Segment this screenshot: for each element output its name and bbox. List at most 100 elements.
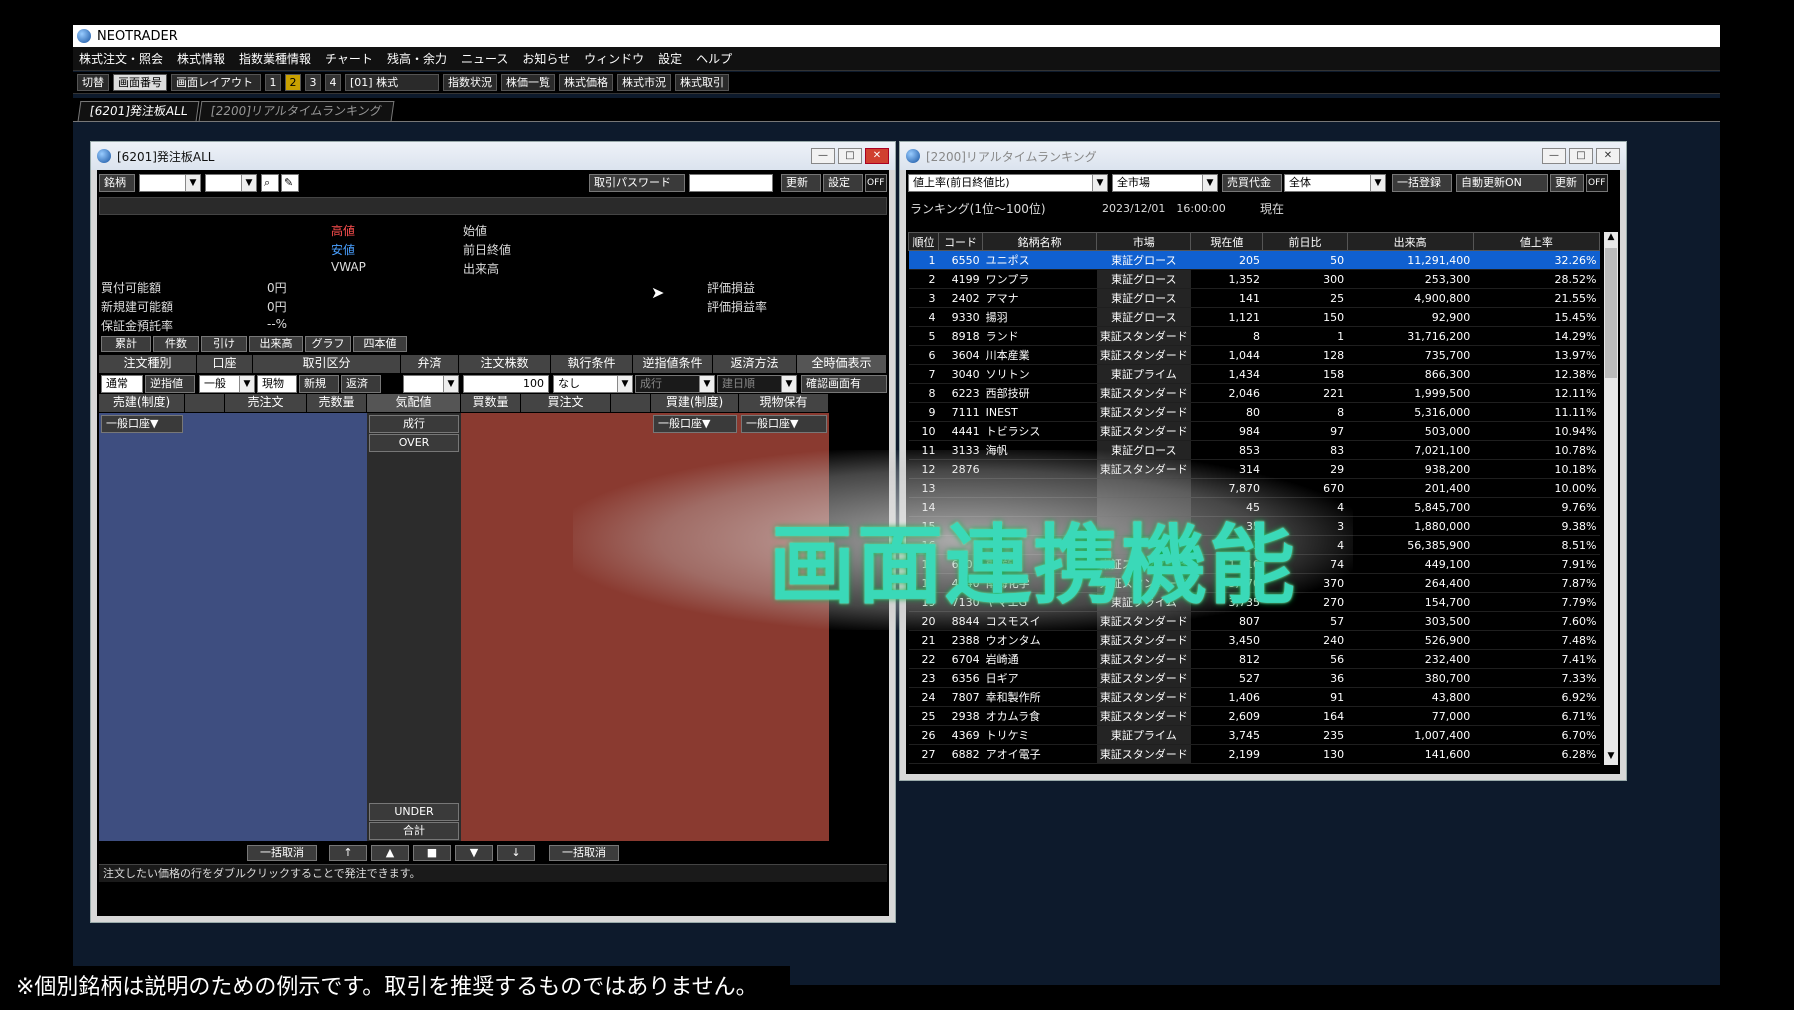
toolbar-button[interactable]: 株式価格 <box>559 74 613 91</box>
table-row[interactable]: 5 8918 ランド 東証スタンダード 8 1 31,716,200 14.29% <box>908 326 1600 346</box>
layout-2-button[interactable]: 2 <box>285 74 301 91</box>
show-all-checkbox[interactable]: 全時価表示 <box>797 355 887 373</box>
sell-account-select[interactable]: 一般口座▼ <box>101 415 183 433</box>
order-type-normal[interactable]: 通常 <box>101 375 143 393</box>
layout-4-button[interactable]: 4 <box>325 74 341 91</box>
col-volume[interactable]: 出来高 <box>1346 232 1474 251</box>
cancel-all-buy-button[interactable]: 一括取消 <box>549 845 619 861</box>
scroll-down-icon[interactable]: ▼ <box>455 845 493 861</box>
table-row[interactable]: 3 2402 アマナ 東証グロース 141 25 4,900,800 21.55% <box>908 288 1600 308</box>
over-row[interactable]: OVER <box>369 434 459 452</box>
table-row[interactable]: 27 6882 アオイ電子 東証スタンダード 2,199 130 141,600 6.28% <box>908 744 1600 764</box>
table-row[interactable]: 9 7111 INEST 東証スタンダード 80 8 5,316,000 11.11% <box>908 402 1600 422</box>
sell-aux-column[interactable] <box>185 413 225 841</box>
menu-item[interactable]: お知らせ <box>522 50 570 67</box>
scroll-bottom-icon[interactable]: ↓ <box>497 845 535 861</box>
center-icon[interactable]: ■ <box>413 845 451 861</box>
subtab-count[interactable]: 件数 <box>153 336 199 352</box>
maximize-icon[interactable]: □ <box>1569 148 1593 164</box>
minimize-icon[interactable]: — <box>1542 148 1566 164</box>
table-row[interactable]: 10 4441 トビラシス 東証スタンダード 984 97 503,000 10.94% <box>908 421 1600 441</box>
table-row[interactable]: 1 6550 ユニポス 東証グロース 205 50 11,291,400 32.26% <box>908 250 1600 270</box>
brand-select[interactable] <box>205 174 257 192</box>
sell-order-column[interactable] <box>225 413 367 841</box>
update-button[interactable]: 更新 <box>781 174 821 192</box>
col-name[interactable]: 銘柄名称 <box>982 232 1098 251</box>
col-change[interactable]: 前日比 <box>1262 232 1348 251</box>
toolbar-button[interactable]: 株価一覧 <box>501 74 555 91</box>
trade-type-new[interactable]: 新規 <box>299 375 339 393</box>
scroll-up-icon[interactable]: ▲ <box>371 845 409 861</box>
account-dropdown[interactable]: [01] 株式 <box>345 74 439 91</box>
off-toggle[interactable]: OFF <box>865 174 887 192</box>
menu-item[interactable]: 設定 <box>658 50 682 67</box>
layout-1-button[interactable]: 1 <box>265 74 281 91</box>
toolbar-button[interactable]: 指数状況 <box>443 74 497 91</box>
table-row[interactable]: 6 3604 川本産業 東証スタンダード 1,044 128 735,700 13.97% <box>908 345 1600 365</box>
scroll-up-icon[interactable]: ▲ <box>1604 232 1618 246</box>
ranking-type-select[interactable]: 値上率(前日終値比) <box>908 174 1108 192</box>
col-rank[interactable]: 順位 <box>907 232 940 251</box>
scope-select[interactable]: 全体 <box>1284 174 1386 192</box>
menu-item[interactable]: 株式注文・照会 <box>79 50 163 67</box>
stop-cond-select[interactable]: 成行 <box>635 375 715 393</box>
table-row[interactable]: 4 9330 揚羽 東証グロース 1,121 150 92,900 15.45% <box>908 307 1600 327</box>
layout-3-button[interactable]: 3 <box>305 74 321 91</box>
menu-item[interactable]: 残高・余力 <box>387 50 447 67</box>
menu-item[interactable]: ヘルプ <box>696 50 732 67</box>
col-rate[interactable]: 値上率 <box>1472 232 1601 251</box>
confirm-screen-checkbox[interactable]: 確認画面有 <box>801 375 887 393</box>
update-button[interactable]: 更新 <box>1550 174 1584 192</box>
subtab-volume[interactable]: 出来高 <box>249 336 303 352</box>
menu-item[interactable]: ニュース <box>461 50 508 67</box>
quote-column[interactable] <box>367 413 461 841</box>
table-row[interactable]: 23 6356 日ギア 東証スタンダード 527 36 380,700 7.33% <box>908 668 1600 688</box>
quote-header[interactable]: 気配値 <box>367 394 461 412</box>
trade-password-button[interactable]: 取引パスワード <box>589 174 685 192</box>
scroll-thumb[interactable] <box>1605 248 1617 378</box>
subtab-ohlc[interactable]: 四本値 <box>353 336 407 352</box>
menu-item[interactable]: チャート <box>325 50 373 67</box>
sell-margin-column[interactable] <box>99 413 185 841</box>
subtab-cumulative[interactable]: 累計 <box>101 336 151 352</box>
table-row[interactable]: 2 4199 ワンプラ 東証グロース 1,352 300 253,300 28.52% <box>908 269 1600 289</box>
account-select[interactable]: 一般 <box>199 375 255 393</box>
repay-select[interactable] <box>403 375 459 393</box>
menu-item[interactable]: ウィンドウ <box>584 50 644 67</box>
market-select[interactable]: 全市場 <box>1112 174 1218 192</box>
table-row[interactable]: 8 6223 西部技研 東証スタンダード 2,046 221 1,999,500 12.11% <box>908 383 1600 403</box>
menu-item[interactable]: 株式情報 <box>177 50 225 67</box>
subtab-close[interactable]: 引け <box>201 336 247 352</box>
close-icon[interactable]: ✕ <box>865 148 889 164</box>
maximize-icon[interactable]: □ <box>838 148 862 164</box>
table-row[interactable]: 24 7807 幸和製作所 東証スタンダード 1,406 91 43,800 6.92% <box>908 687 1600 707</box>
switch-button[interactable]: 切替 <box>77 74 109 91</box>
col-price[interactable]: 現在値 <box>1190 232 1264 251</box>
repay-method-select[interactable]: 建日順 <box>717 375 797 393</box>
settings-button[interactable]: 設定 <box>823 174 863 192</box>
table-row[interactable]: 26 4369 トリケミ 東証プライム 3,745 235 1,007,400 6.70% <box>908 725 1600 745</box>
toolbar-button[interactable]: 株式取引 <box>675 74 729 91</box>
under-row[interactable]: UNDER <box>369 803 459 821</box>
scroll-down-icon[interactable]: ▼ <box>1604 751 1618 765</box>
market-order-row[interactable]: 成行 <box>369 415 459 433</box>
scroll-top-icon[interactable]: ↑ <box>329 845 367 861</box>
table-row[interactable]: 21 2388 ウオンタム 東証スタンダード 3,450 240 526,900 7.48% <box>908 630 1600 650</box>
off-toggle[interactable]: OFF <box>1586 174 1608 192</box>
auto-update-button[interactable]: 自動更新ON <box>1456 174 1548 192</box>
trade-type-spot[interactable]: 現物 <box>257 375 297 393</box>
tab-ranking[interactable]: [2200]リアルタイムランキング <box>199 101 395 121</box>
minimize-icon[interactable]: — <box>811 148 835 164</box>
brand-input[interactable] <box>139 174 201 192</box>
search-icon[interactable]: ⌕ <box>261 174 279 192</box>
spot-account-select[interactable]: 一般口座▼ <box>741 415 827 433</box>
close-icon[interactable]: ✕ <box>1596 148 1620 164</box>
tab-order-board[interactable]: [6201]発注板ALL <box>77 101 200 121</box>
ranking-scrollbar[interactable]: ▲ ▼ <box>1604 232 1618 765</box>
table-row[interactable]: 22 6704 岩崎通 東証スタンダード 812 56 232,400 7.41% <box>908 649 1600 669</box>
table-row[interactable]: 7 3040 ソリトン 東証プライム 1,434 158 866,300 12.38% <box>908 364 1600 384</box>
order-type-stop[interactable]: 逆指値 <box>145 375 195 393</box>
menu-item[interactable]: 指数業種情報 <box>239 50 311 67</box>
trade-password-input[interactable] <box>689 174 773 192</box>
amount-button[interactable]: 売買代金 <box>1222 174 1282 192</box>
